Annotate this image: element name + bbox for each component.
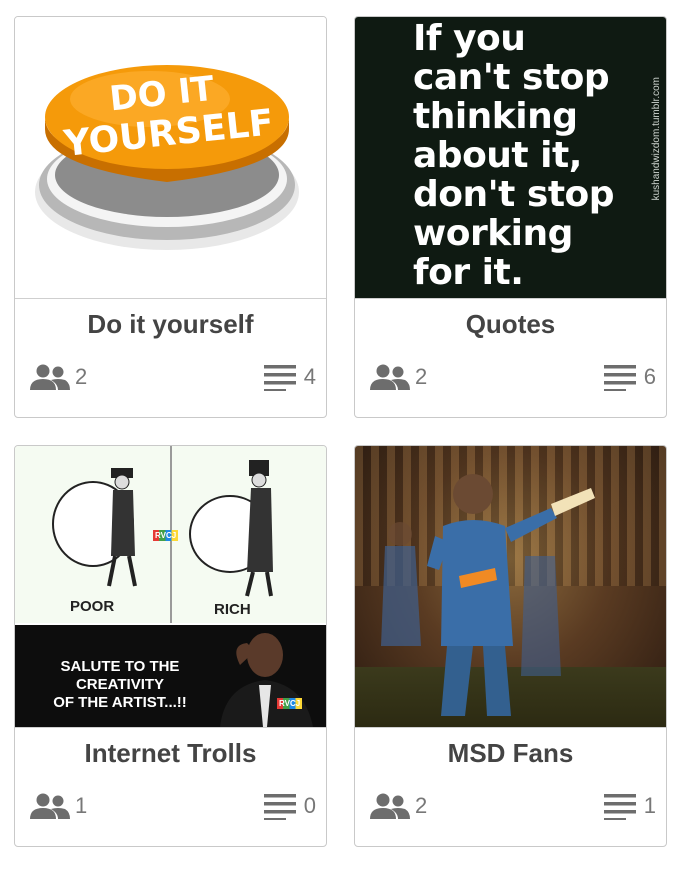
posts-count-value: 6	[643, 364, 656, 389]
group-image: POOR RICH RVCJ SALUTE TO THE CREATIVITY …	[15, 446, 326, 728]
members-count: 1	[29, 792, 87, 820]
members-count-value: 1	[75, 793, 88, 818]
list-icon	[603, 365, 636, 391]
posts-count-value: 0	[303, 793, 316, 818]
quote-watermark: kushandwizdom.tumblr.com	[651, 77, 662, 201]
group-title: MSD Fans	[447, 738, 574, 768]
quote-line: If you	[413, 18, 526, 59]
posts-count-value: 4	[303, 364, 316, 389]
group-card-do-it-yourself[interactable]: DO IT YOURSELF Do it yourself 2 4	[14, 16, 327, 418]
quote-line: thinking	[413, 96, 578, 137]
people-icon	[30, 364, 70, 390]
list-icon	[603, 794, 636, 820]
members-count: 2	[369, 363, 427, 391]
members-count: 2	[29, 363, 87, 391]
salute-line: CREATIVITY	[75, 676, 165, 693]
group-image: DO IT YOURSELF	[15, 17, 326, 299]
rvcj-logo: RVCJ	[277, 698, 303, 709]
people-icon	[370, 364, 410, 390]
group-title: Quotes	[465, 309, 556, 339]
members-count-value: 2	[415, 364, 428, 389]
members-count-value: 2	[415, 793, 428, 818]
quote-line: for it.	[413, 252, 524, 293]
quote-line: don't stop	[413, 174, 615, 215]
salute-line: OF THE ARTIST...!!	[53, 694, 187, 711]
rvcj-logo: RVCJ	[153, 530, 179, 541]
posts-count: 1	[603, 792, 656, 820]
group-card-internet-trolls[interactable]: POOR RICH RVCJ SALUTE TO THE CREATIVITY …	[14, 445, 327, 847]
poor-label: POOR	[70, 598, 115, 615]
members-count-value: 2	[75, 364, 88, 389]
posts-count: 6	[603, 363, 656, 391]
list-icon	[263, 365, 296, 391]
group-title: Do it yourself	[87, 309, 254, 339]
members-count: 2	[369, 792, 427, 820]
posts-count: 0	[263, 792, 316, 820]
posts-count-value: 1	[643, 793, 656, 818]
list-icon	[263, 794, 296, 820]
quote-line: working	[413, 213, 573, 254]
rich-label: RICH	[214, 601, 251, 618]
quote-line: can't stop	[413, 57, 610, 98]
posts-count: 4	[263, 363, 316, 391]
salute-text: SALUTE TO THE CREATIVITY OF THE ARTIST..…	[35, 658, 205, 712]
people-icon	[30, 793, 70, 819]
group-image: If you can't stop thinking about it, don…	[355, 17, 666, 299]
group-grid: DO IT YOURSELF Do it yourself 2 4 If you…	[0, 0, 682, 870]
salute-line: SALUTE TO THE	[60, 658, 180, 675]
group-image	[355, 446, 666, 728]
quote-line: about it,	[413, 135, 582, 176]
group-card-quotes[interactable]: If you can't stop thinking about it, don…	[354, 16, 667, 418]
group-card-msd-fans[interactable]: MSD Fans 2 1	[354, 445, 667, 847]
quote-text: If you can't stop thinking about it, don…	[413, 18, 615, 293]
people-icon	[370, 793, 410, 819]
group-title: Internet Trolls	[84, 738, 257, 768]
